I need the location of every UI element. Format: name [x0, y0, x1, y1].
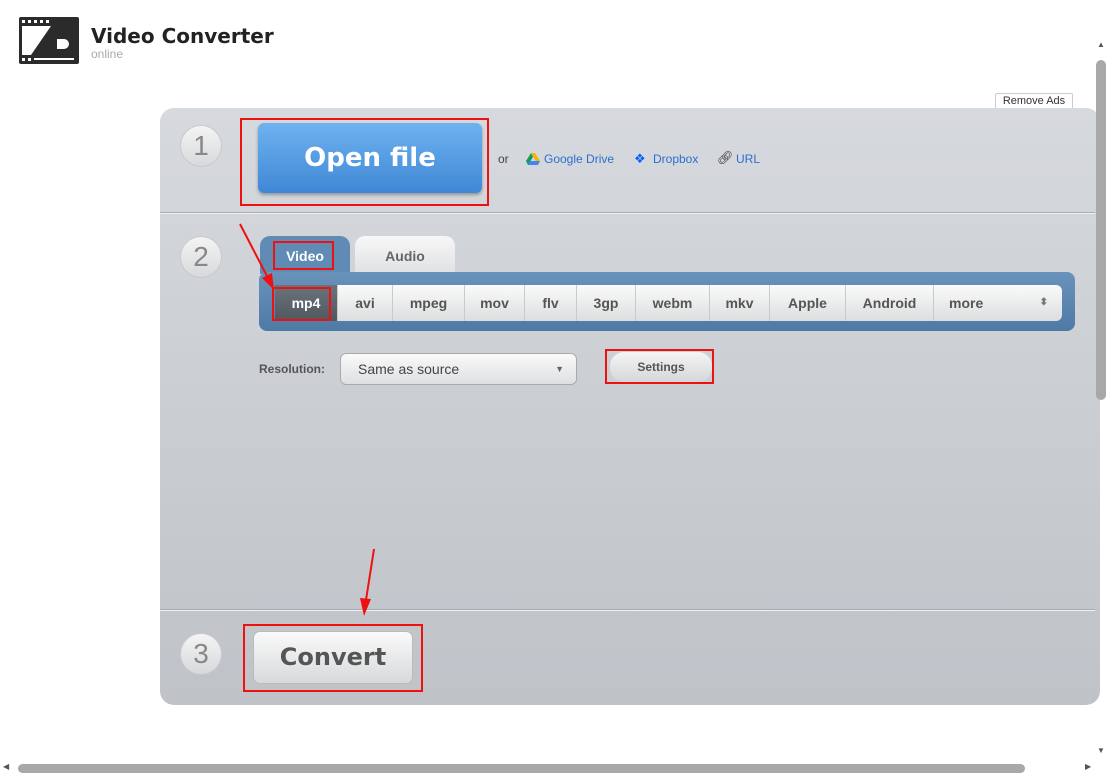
scroll-down-icon[interactable]: ▼: [1097, 746, 1105, 755]
scroll-left-icon[interactable]: ◀: [3, 762, 9, 771]
arrow-icon: [360, 548, 375, 616]
horizontal-scrollbar[interactable]: [18, 764, 1025, 773]
annotation-arrows: [239, 223, 375, 616]
scroll-up-icon[interactable]: ▲: [1097, 40, 1105, 49]
scroll-right-icon[interactable]: ▶: [1085, 762, 1091, 771]
vertical-scrollbar[interactable]: [1096, 60, 1106, 400]
arrow-icon: [239, 223, 274, 290]
